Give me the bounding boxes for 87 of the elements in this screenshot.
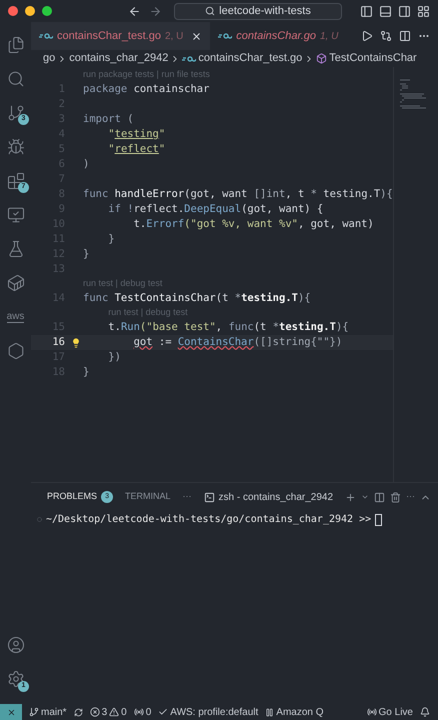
aws-profile-button[interactable]: AWS: profile:default xyxy=(158,704,258,720)
code-line: } xyxy=(107,232,115,247)
go-file-icon xyxy=(218,32,232,40)
terminal-icon xyxy=(204,492,215,502)
lightbulb-icon[interactable] xyxy=(71,338,81,348)
code-line: func TestContainsChar(t *testing.T){ xyxy=(83,290,311,306)
terminal-selector[interactable]: zsh - contains_char_2942 xyxy=(204,490,334,504)
sync-icon[interactable] xyxy=(74,708,83,716)
more-actions-button[interactable]: ··· xyxy=(406,490,416,504)
editor-tab[interactable]: containsChar_test.go 2, U xyxy=(31,22,210,50)
flask-icon[interactable] xyxy=(6,240,24,258)
branch-button[interactable]: main* xyxy=(29,704,67,720)
files-icon[interactable] xyxy=(6,36,24,54)
code-line: got := ContainsChar([]string{""}) xyxy=(132,334,342,350)
monitor-icon[interactable] xyxy=(6,206,24,224)
tab-label: containsChar.go xyxy=(236,28,316,44)
breadcrumb-item[interactable]: go xyxy=(43,50,56,67)
more-tabs-button[interactable]: ··· xyxy=(182,490,192,504)
go-file-icon xyxy=(39,32,53,40)
editor-tab[interactable]: containsChar.go 1, U xyxy=(210,22,346,50)
antenna-icon xyxy=(134,707,144,717)
code-line: if !reflect.DeepEqual(got, want) { xyxy=(107,202,324,217)
caret-icon[interactable] xyxy=(361,493,370,501)
hexagon-icon[interactable] xyxy=(6,342,24,360)
maximize-window-button[interactable] xyxy=(42,6,52,16)
settings-icon[interactable] xyxy=(6,670,24,688)
compare-icon[interactable] xyxy=(380,30,392,42)
search-icon xyxy=(205,6,216,16)
tab-label: containsChar_test.go xyxy=(57,28,161,44)
pause-icon xyxy=(265,708,274,716)
notifications-icon[interactable] xyxy=(420,707,430,717)
code-line: t.Run("base test", func(t *testing.T){ xyxy=(107,320,349,335)
check-icon xyxy=(158,707,168,717)
breadcrumb-item[interactable]: TestContainsChar xyxy=(329,50,417,67)
code-line: t.Errorf("got %v, want %v", got, want) xyxy=(132,216,374,232)
branch-icon[interactable] xyxy=(6,104,24,122)
close-window-button[interactable] xyxy=(8,6,18,16)
split-editor-icon[interactable] xyxy=(399,30,411,42)
code-line: }) xyxy=(107,350,121,365)
code-line: package containschar xyxy=(83,82,210,97)
branch-icon xyxy=(29,707,39,717)
code-line: "testing" xyxy=(107,126,166,142)
code-line: import ( xyxy=(83,112,134,127)
layout-icon[interactable] xyxy=(417,4,430,18)
container-icon[interactable] xyxy=(6,274,24,292)
search-icon[interactable] xyxy=(6,70,24,88)
bug-icon[interactable] xyxy=(6,138,24,156)
sidebar-toggle-icon[interactable] xyxy=(360,4,373,18)
trash-icon[interactable] xyxy=(390,492,402,502)
breadcrumb-item[interactable]: containsChar_test.go xyxy=(198,50,302,67)
broadcast-icon xyxy=(366,707,377,717)
account-icon[interactable] xyxy=(6,636,24,654)
code-line: } xyxy=(83,364,90,380)
add-icon[interactable] xyxy=(345,492,356,502)
line-number: 16 xyxy=(51,334,66,350)
code-line: "reflect" xyxy=(107,142,166,157)
tab-status: 1, U xyxy=(320,30,338,44)
code-line: } xyxy=(83,246,90,262)
error-icon xyxy=(90,707,100,717)
terminal-cursor xyxy=(375,514,382,526)
problems-button[interactable]: 3 0 xyxy=(90,704,127,720)
forward-icon[interactable] xyxy=(149,4,162,18)
breadcrumb-item[interactable]: contains_char_2942 xyxy=(69,50,168,67)
amazon-q-button[interactable]: Amazon Q xyxy=(265,704,324,720)
ports-button[interactable]: 0 xyxy=(134,704,152,720)
blocks-icon[interactable] xyxy=(6,172,24,190)
close-icon[interactable] xyxy=(191,30,202,42)
code-line: ) xyxy=(83,156,90,172)
status-circle-icon xyxy=(37,517,42,522)
remote-button[interactable] xyxy=(0,704,22,720)
run-icon[interactable] xyxy=(361,30,373,42)
split-terminal-icon[interactable] xyxy=(374,492,386,502)
panel-toggle-icon[interactable] xyxy=(379,4,392,18)
code-line: func handleError(got, want []int, t * testing.T){ xyxy=(83,186,393,202)
aws-logo[interactable]: aws xyxy=(6,312,24,322)
secondary-sidebar-icon[interactable] xyxy=(398,4,411,18)
tab-status: 2, U xyxy=(164,30,184,44)
terminal-prompt: ~/Desktop/leetcode-with-tests/go/contains_char_2942 >> xyxy=(46,513,372,527)
remote-icon xyxy=(6,708,16,716)
warning-icon xyxy=(109,707,120,717)
go-file-icon xyxy=(182,54,196,62)
cube-icon xyxy=(316,53,328,64)
go-live-button[interactable]: Go Live xyxy=(366,704,413,720)
panel-tab[interactable]: TERMINAL xyxy=(125,490,171,504)
back-icon[interactable] xyxy=(128,4,141,18)
command-search-field[interactable]: leetcode-with-tests xyxy=(174,2,342,20)
minimize-window-button[interactable] xyxy=(25,6,35,16)
